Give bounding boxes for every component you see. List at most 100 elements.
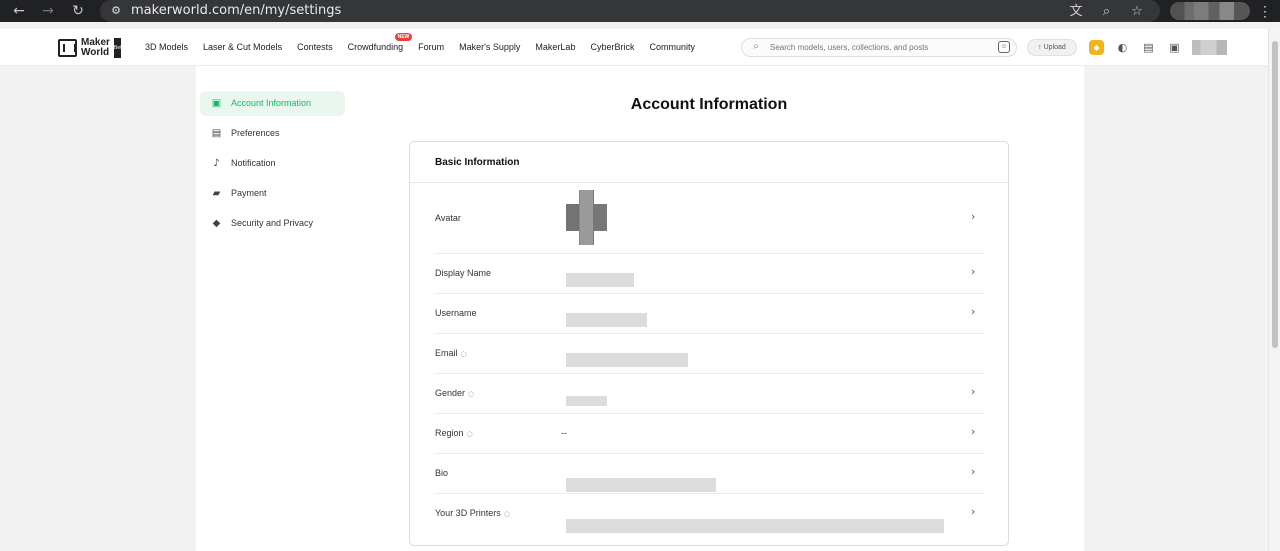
page-title: Account Information [630,96,788,113]
gift-icon[interactable]: ◆ [1089,40,1104,55]
logo-beta-badge: Beta [114,38,124,58]
sidebar-item-label: Account Information [231,98,312,108]
username-label: Username [435,308,477,318]
bio-row[interactable]: Bio › [434,454,984,494]
more-vertical-icon[interactable]: ⋮ [1258,2,1272,20]
display-name-label: Display Name [435,268,492,278]
region-label: Region ◌ [435,428,473,438]
sidebar-item-notification[interactable]: ♪ Notification [200,151,345,176]
logo-text: Maker World [81,38,117,58]
chevron-right-icon[interactable]: › [971,386,979,397]
nav-forum[interactable]: Forum [418,41,444,57]
upload-icon: ↑ [1038,44,1042,51]
your-3d-printers-label-text: Your 3D Printers [435,508,501,518]
sidebar-item-label: Payment [231,188,267,198]
zoom-icon[interactable]: ⌕ [1094,3,1120,21]
display-name-value-redacted [566,273,634,287]
site-header: Maker World Beta 3D Models Laser & Cut M… [0,29,1280,66]
display-name-row[interactable]: Display Name › [434,254,984,294]
email-row: Email ◌ [434,334,984,374]
arrow-left-icon[interactable]: ← [10,2,28,20]
email-label: Email ◌ [435,348,467,358]
region-row[interactable]: Region ◌ -- › [434,414,984,454]
gender-label: Gender ◌ [435,388,474,398]
image-search-icon[interactable]: ☺ [998,41,1010,53]
sidebar-item-payment[interactable]: ▰ Payment [200,181,345,206]
nav-cyberbrick[interactable]: CyberBrick [590,41,634,57]
upload-button[interactable]: ↑ Upload [1027,39,1077,56]
your-3d-printers-row[interactable]: Your 3D Printers ◌ › [434,494,984,534]
eye-off-icon: ◌ [460,350,467,358]
sidebar-item-label: Preferences [231,128,280,138]
bell-icon: ♪ [213,158,220,169]
sidebar-item-security-and-privacy[interactable]: ◆ Security and Privacy [200,211,345,236]
chevron-right-icon[interactable]: › [971,426,979,437]
gender-label-text: Gender [435,388,466,398]
chevron-right-icon[interactable]: › [971,211,979,222]
bio-value-redacted [566,478,716,492]
avatar-label: Avatar [435,213,461,223]
url-text[interactable]: makerworld.com/en/my/settings [131,2,341,20]
address-bar[interactable]: ⚙ makerworld.com/en/my/settings 文 ⌕ ☆ [100,0,1160,22]
region-label-text: Region [435,428,464,438]
gender-value-redacted [566,396,607,406]
printers-value-redacted [566,519,944,533]
browser-tools: 文 ⌕ ☆ [1063,2,1150,21]
new-badge: NEW [394,33,413,41]
user-avatar[interactable] [1192,40,1227,55]
wallet-icon: ▰ [212,188,221,199]
shield-icon: ◆ [212,218,221,229]
arrow-right-icon[interactable]: → [39,2,57,20]
nav-contests[interactable]: Contests [297,41,333,57]
account-icon: ▣ [211,98,222,109]
bio-label: Bio [435,468,449,478]
message-icon[interactable]: ▤ [1141,40,1156,55]
nav-makerlab[interactable]: MakerLab [535,41,575,57]
upload-label: Upload [1043,44,1066,51]
preferences-icon: ▤ [211,128,222,139]
basic-information-card: Basic Information Avatar › Display Name … [409,141,1009,546]
site-settings-icon[interactable]: ⚙ [108,3,124,19]
email-label-text: Email [435,348,458,358]
search-input[interactable] [770,40,995,55]
eye-off-icon: ◌ [466,430,473,438]
nav-makers-supply[interactable]: Maker's Supply [459,41,520,57]
globe-icon[interactable]: ◐ [1115,40,1130,55]
avatar [566,190,607,245]
region-value: -- [561,428,567,438]
reload-icon[interactable]: ↻ [69,2,87,20]
avatar-row[interactable]: Avatar › [434,183,984,254]
sidebar-item-account-information[interactable]: ▣ Account Information [200,91,345,116]
nav-laser-cut-models[interactable]: Laser & Cut Models [203,41,282,57]
gender-row[interactable]: Gender ◌ › [434,374,984,414]
page-scrollbar[interactable] [1268,29,1280,551]
nav-crowdfunding[interactable]: Crowdfunding NEW [347,33,413,57]
scrollbar-thumb[interactable] [1272,41,1278,348]
chevron-right-icon[interactable]: › [971,506,979,517]
main-navigation: 3D Models Laser & Cut Models Contests Cr… [145,33,695,57]
logo-line-2: World [81,47,110,58]
sidebar-item-label: Security and Privacy [231,218,314,228]
translate-icon[interactable]: 文 [1063,3,1089,21]
makerworld-logo[interactable]: Maker World Beta [58,38,124,58]
eye-off-icon: ◌ [503,510,510,518]
search-box[interactable]: ⌕ ☺ [741,38,1017,57]
nav-crowdfunding-label: Crowdfunding [347,42,404,52]
eye-off-icon: ◌ [468,390,475,398]
chevron-right-icon[interactable]: › [971,466,979,477]
nav-community[interactable]: Community [649,41,695,57]
username-value-redacted [566,313,647,327]
logo-mark [58,39,77,57]
username-row[interactable]: Username › [434,294,984,334]
chevron-right-icon[interactable]: › [971,306,979,317]
nav-3d-models[interactable]: 3D Models [145,41,188,57]
sidebar-item-preferences[interactable]: ▤ Preferences [200,121,345,146]
settings-sidebar: ▣ Account Information ▤ Preferences ♪ No… [200,91,345,241]
star-icon[interactable]: ☆ [1124,3,1150,21]
chevron-right-icon[interactable]: › [971,266,979,277]
section-title: Basic Information [410,142,1008,183]
browser-profile-avatar[interactable] [1170,2,1250,20]
sidebar-item-label: Notification [231,158,276,168]
cart-icon[interactable]: ▣ [1167,40,1182,55]
browser-bar: ← → ↻ ⚙ makerworld.com/en/my/settings 文 … [0,0,1280,22]
